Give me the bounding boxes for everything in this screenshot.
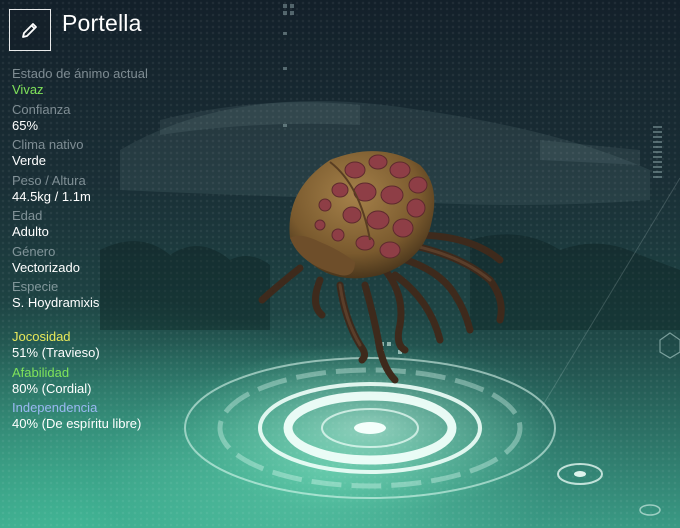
trait-label: Afabilidad (12, 364, 70, 380)
stat-label: Clima nativo (12, 137, 84, 152)
trait-label: Independencia (12, 400, 98, 415)
personality-traits: Jocosidad 51% (Travieso) Afabilidad 80% … (12, 329, 141, 436)
trait-value: 80% (Cordial) (12, 380, 92, 396)
stat-trust: Confianza 65% (12, 102, 252, 134)
edit-name-button[interactable] (9, 9, 51, 51)
stat-weight-height: Peso / Altura 44.5kg / 1.1m (12, 173, 252, 205)
stat-value: 65% (12, 117, 39, 133)
trait-independence: Independencia 40% (De espíritu libre) (12, 400, 141, 432)
stat-value: Verde (12, 153, 46, 168)
trait-value: 40% (De espíritu libre) (12, 416, 142, 431)
stat-species: Especie S. Hoydramixis (12, 279, 252, 311)
header: Portella (9, 9, 142, 51)
stat-label: Género (12, 243, 56, 259)
stat-label: Estado de ánimo actual (12, 66, 148, 81)
stat-label: Peso / Altura (12, 172, 86, 188)
stat-label: Especie (12, 279, 59, 294)
stat-value: 44.5kg / 1.1m (12, 188, 91, 204)
stat-label: Confianza (12, 101, 71, 117)
trait-playfulness: Jocosidad 51% (Travieso) (12, 329, 141, 361)
stat-age: Edad Adulto (12, 208, 252, 240)
creature-name: Portella (62, 10, 142, 36)
trait-label: Jocosidad (12, 329, 71, 344)
stat-gender: Género Vectorizado (12, 244, 252, 276)
stat-value: Vectorizado (12, 259, 80, 275)
trait-value: 51% (Travieso) (12, 345, 100, 360)
stat-value: S. Hoydramixis (12, 295, 100, 310)
stat-climate: Clima nativo Verde (12, 137, 252, 169)
stat-label: Edad (12, 208, 43, 223)
pencil-icon (22, 23, 37, 38)
stat-value: Adulto (12, 224, 49, 239)
creature-stats: Estado de ánimo actual Vivaz Confianza 6… (12, 66, 252, 315)
stat-mood: Estado de ánimo actual Vivaz (12, 66, 252, 98)
stat-value: Vivaz (12, 82, 44, 97)
trait-friendliness: Afabilidad 80% (Cordial) (12, 365, 141, 397)
